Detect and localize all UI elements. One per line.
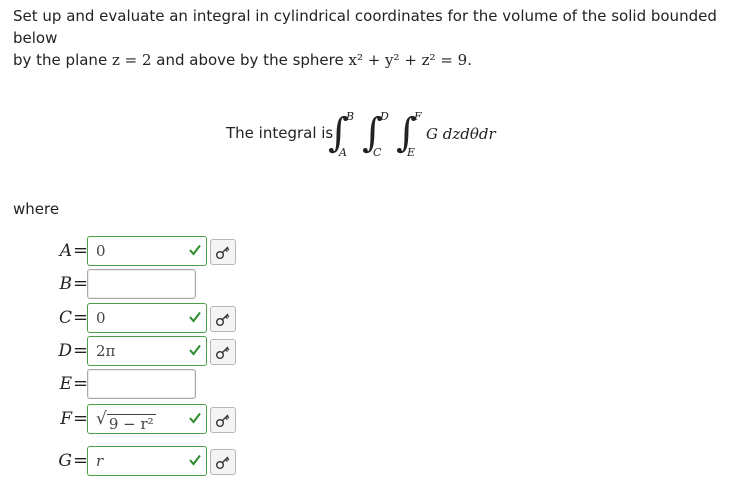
checkmark-icon (189, 454, 201, 466)
variable-label-f: F (60, 409, 72, 429)
problem-line-2: by the plane z = 2 and above by the sphe… (13, 51, 472, 69)
integral-label: The integral is (226, 124, 334, 142)
equals-sign: = (73, 240, 89, 261)
upper-limit-middle: D (380, 110, 389, 123)
answer-value: r (96, 452, 104, 470)
equals-sign: = (73, 450, 89, 471)
key-icon[interactable] (210, 339, 236, 365)
checkmark-icon (189, 344, 201, 356)
square-root-expression: √ 9 − r² (96, 409, 156, 433)
integrand: G dzdθdr (426, 125, 496, 143)
key-icon[interactable] (210, 239, 236, 265)
key-icon[interactable] (210, 449, 236, 475)
answer-row-b: B = (0, 269, 732, 303)
variable-label-a: A (59, 241, 72, 261)
equals-sign: = (73, 408, 89, 429)
key-icon[interactable] (210, 407, 236, 433)
checkmark-icon (189, 311, 201, 323)
answer-value: 0 (96, 309, 106, 327)
variable-label-d: D (58, 341, 72, 361)
answer-input-b[interactable] (87, 269, 196, 299)
answer-row-d: D = 2π (0, 336, 732, 370)
lower-limit-middle: C (373, 146, 382, 159)
answer-row-g: G = r (0, 446, 732, 480)
answer-row-c: C = 0 (0, 303, 732, 337)
upper-limit-outer: B (346, 110, 355, 123)
answer-value: 2π (96, 342, 116, 360)
answer-value: 0 (96, 242, 106, 260)
problem-statement: Set up and evaluate an integral in cylin… (13, 5, 725, 71)
plane-equation: z = 2 (111, 51, 152, 69)
lower-limit-inner: E (407, 146, 416, 159)
variable-label-e: E (59, 374, 72, 394)
answer-input-e[interactable] (87, 369, 196, 399)
equals-sign: = (73, 373, 89, 394)
sphere-equation: x² + y² + z² = 9 (348, 51, 468, 69)
upper-limit-inner: F (414, 110, 422, 123)
equals-sign: = (73, 340, 89, 361)
variable-label-c: C (58, 308, 72, 328)
problem-line-1: Set up and evaluate an integral in cylin… (13, 7, 717, 47)
equals-sign: = (73, 307, 89, 328)
answer-row-e: E = (0, 369, 732, 403)
key-icon[interactable] (210, 306, 236, 332)
answer-row-f: F = √ 9 − r² (0, 404, 732, 438)
variable-label-b: B (59, 274, 73, 294)
lower-limit-outer: A (339, 146, 347, 159)
answer-row-a: A = 0 (0, 236, 732, 270)
checkmark-icon (189, 244, 201, 256)
where-label: where (13, 200, 60, 218)
checkmark-icon (189, 412, 201, 424)
equals-sign: = (73, 273, 89, 294)
integral-expression: The integral is ∫ B A ∫ D C ∫ F E G dzdθ… (226, 108, 526, 168)
variable-label-g: G (58, 451, 72, 471)
